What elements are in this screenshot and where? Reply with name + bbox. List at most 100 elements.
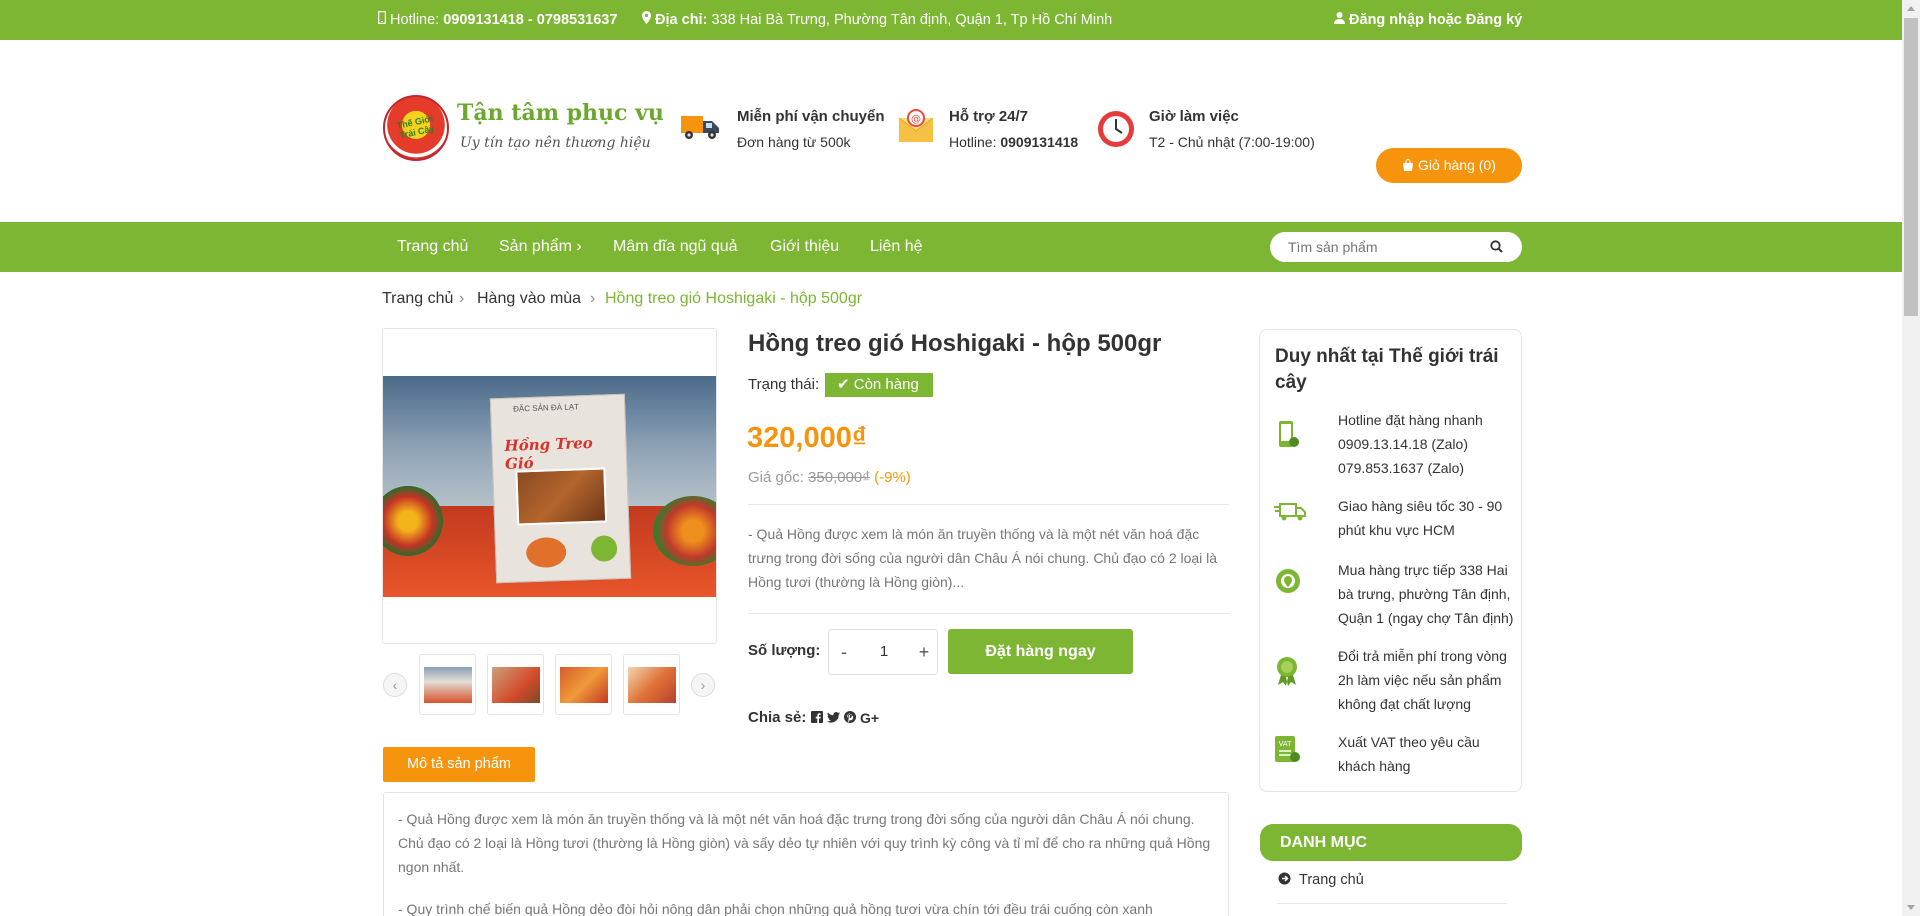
feature-support: Hỗ trợ 24/7 Hotline: 0909131418 (949, 108, 1078, 150)
product-main-image[interactable]: ĐẶC SẢN ĐÀ LẠT Hồng Treo Gió (383, 376, 716, 597)
nav-item-home[interactable]: Trang chủ (397, 222, 468, 272)
box-title-label: Hồng Treo Gió (504, 433, 594, 473)
tab-product-description[interactable]: Mô tả sản phẩm (383, 747, 535, 782)
product-price: 320,000₫ (747, 422, 867, 454)
search-box (1270, 232, 1522, 262)
location-icon (1274, 568, 1302, 598)
quantity-label: Số lượng: (748, 642, 821, 659)
clock-icon (1097, 110, 1135, 153)
facebook-icon[interactable] (810, 710, 823, 727)
pinterest-icon[interactable] (843, 710, 856, 727)
thumb-prev-arrow-icon[interactable]: ‹ (383, 673, 407, 697)
quantity-stepper: - 1 + (828, 629, 938, 675)
feature-support-sub: Hotline: 0909131418 (949, 134, 1078, 150)
old-price-row: Giá gốc: 350,000₫ (-9%) (748, 469, 911, 486)
feature-support-title: Hỗ trợ 24/7 (949, 108, 1029, 125)
quantity-input[interactable]: 1 (859, 630, 909, 674)
benefit-item: Hotline đặt hàng nhanh 0909.13.14.18 (Za… (1274, 408, 1514, 480)
product-title: Hồng treo gió Hoshigaki - hộp 500gr (748, 330, 1162, 357)
brand-subtitle: Uy tín tạo nên thương hiệu (460, 135, 651, 151)
phone-icon (1274, 420, 1302, 450)
scroll-up-arrow-icon[interactable] (1907, 6, 1915, 11)
category-item-home[interactable]: Trang chủ (1278, 872, 1364, 889)
medal-icon (1274, 656, 1302, 686)
discount-percent: (-9%) (874, 469, 911, 486)
address-info: Địa chỉ: 338 Hai Bà Trưng, Phường Tân đị… (642, 0, 1112, 40)
breadcrumb-home[interactable]: Trang chủ (382, 290, 453, 308)
account-links: Đăng nhập hoặc Đăng ký (1334, 0, 1522, 40)
category-header: DANH MỤC (1260, 824, 1522, 861)
order-now-button[interactable]: Đặt hàng ngay (948, 629, 1133, 674)
divider (1277, 903, 1507, 904)
feature-shipping: Miễn phí vận chuyển Đơn hàng từ 500k (737, 108, 885, 150)
share-label: Chia sẻ: (748, 709, 807, 726)
benefit-text: Hotline đặt hàng nhanh 0909.13.14.18 (Za… (1338, 412, 1483, 476)
svg-text:@: @ (911, 114, 921, 125)
quantity-minus-button[interactable]: - (829, 630, 859, 674)
login-link[interactable]: Đăng nhập (1349, 12, 1424, 28)
quantity-plus-button[interactable]: + (909, 630, 939, 674)
sidebar-title: Duy nhất tại Thế giới trái cây (1275, 346, 1499, 393)
mail-icon: @ (898, 108, 934, 149)
brand-title: Tận tâm phục vụ (457, 100, 664, 126)
hotline-value[interactable]: 0909131418 - 0798531637 (443, 12, 617, 28)
support-hotline-label: Hotline: (949, 134, 997, 150)
hotline-info: Hotline: 0909131418 - 0798531637 (377, 0, 617, 40)
support-hotline-value[interactable]: 0909131418 (1000, 134, 1078, 150)
site-logo[interactable]: Thế Giới Trái Cây (383, 95, 449, 161)
product-box: ĐẶC SẢN ĐÀ LẠT Hồng Treo Gió (489, 393, 632, 584)
nav-item-about[interactable]: Giới thiệu (770, 222, 839, 272)
status-badge: ✔ Còn hàng (825, 373, 933, 397)
benefit-item: Mua hàng trực tiếp 338 Hai bà trưng, phư… (1274, 558, 1514, 630)
cart-button[interactable]: Giỏ hàng (0) (1376, 148, 1522, 183)
svg-text:VAT: VAT (1279, 740, 1293, 748)
breadcrumb-category[interactable]: Hàng vào mùa (477, 290, 581, 308)
status-value: Còn hàng (853, 376, 919, 393)
benefit-text: Mua hàng trực tiếp 338 Hai bà trưng, phư… (1338, 562, 1514, 626)
address-label: Địa chỉ: (655, 12, 708, 28)
category-item-label: Trang chủ (1299, 872, 1364, 889)
thumbnail[interactable] (419, 654, 476, 715)
user-icon (1334, 0, 1345, 40)
benefit-text: Giao hàng siêu tốc 30 - 90 phút khu vực … (1338, 498, 1503, 538)
search-icon[interactable] (1490, 240, 1503, 258)
breadcrumb-separator-icon: › (459, 290, 465, 307)
nav-item-products[interactable]: Sản phẩm › (499, 222, 582, 272)
scroll-down-arrow-icon[interactable] (1907, 905, 1915, 910)
google-plus-icon[interactable]: G+ (860, 710, 879, 726)
thumbnail[interactable] (623, 654, 680, 715)
thumbnail[interactable] (555, 654, 612, 715)
divider (748, 613, 1229, 614)
nav-item-contact[interactable]: Liên hệ (870, 222, 923, 272)
feature-shipping-title: Miễn phí vận chuyển (737, 108, 885, 125)
benefit-item: Đổi trả miễn phí trong vòng 2h làm việc … (1274, 644, 1514, 716)
nav-item-trays[interactable]: Mâm dĩa ngũ quả (613, 222, 738, 272)
breadcrumb-current: Hồng treo gió Hoshigaki - hộp 500gr (605, 290, 863, 307)
search-input[interactable] (1288, 232, 1488, 262)
chevron-right-icon: › (576, 238, 582, 255)
box-top-label: ĐẶC SẢN ĐÀ LẠT (513, 402, 580, 414)
thumb-next-arrow-icon[interactable]: › (691, 673, 715, 697)
feature-hours: Giờ làm việc T2 - Chủ nhật (7:00-19:00) (1149, 108, 1315, 150)
twitter-icon[interactable] (826, 710, 840, 727)
truck-icon (680, 110, 722, 149)
page-scrollbar[interactable] (1902, 0, 1920, 916)
cart-label: Giỏ hàng (0) (1418, 157, 1496, 173)
thumbnail[interactable] (487, 654, 544, 715)
sidebar-benefits: Duy nhất tại Thế giới trái cây Hotline đ… (1259, 329, 1522, 792)
benefit-item: Giao hàng siêu tốc 30 - 90 phút khu vực … (1274, 494, 1514, 544)
description-paragraph: - Quả Hồng được xem là món ăn truyền thố… (398, 811, 1211, 875)
breadcrumb-separator-icon: › (590, 290, 596, 307)
divider (748, 504, 1229, 505)
scrollbar-thumb[interactable] (1904, 18, 1918, 316)
feature-shipping-sub: Đơn hàng từ 500k (737, 134, 851, 150)
nav-item-products-label: Sản phẩm (499, 238, 572, 255)
register-link[interactable]: Đăng ký (1466, 12, 1522, 28)
share-row: Chia sẻ: G+ (748, 709, 879, 727)
map-marker-icon (642, 0, 651, 40)
check-icon: ✔ (837, 376, 850, 393)
header: Thế Giới Trái Cây Tận tâm phục vụ Uy tín… (0, 40, 1902, 222)
mobile-icon (377, 0, 387, 40)
address-value: 338 Hai Bà Trưng, Phường Tân định, Quận … (711, 12, 1113, 28)
fast-delivery-icon (1274, 498, 1306, 528)
